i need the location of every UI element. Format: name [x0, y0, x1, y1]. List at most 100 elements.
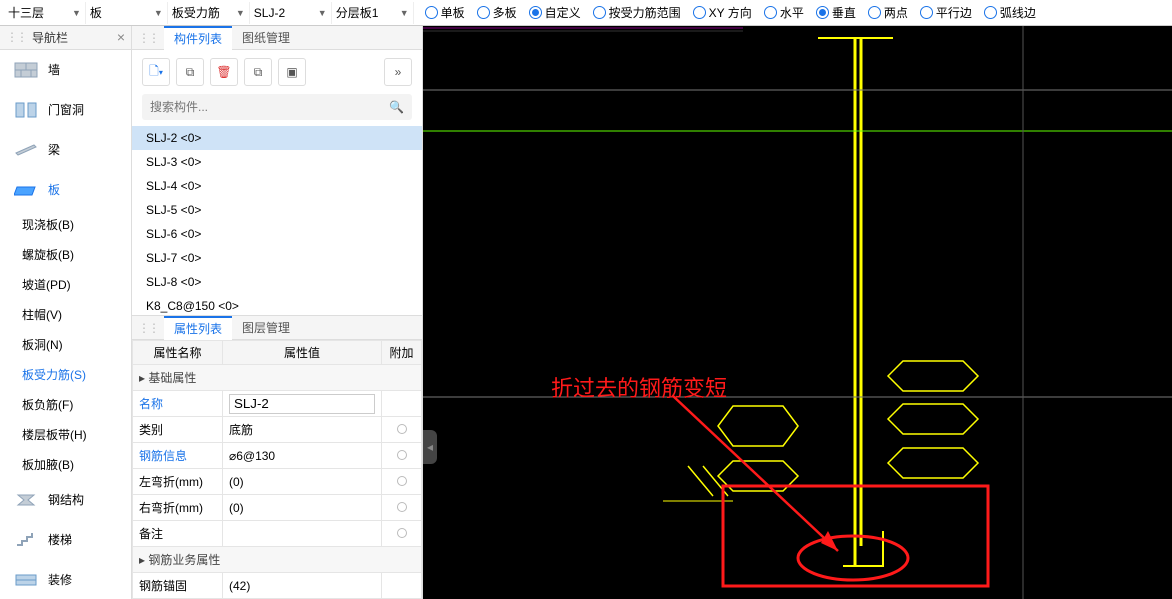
property-name: 钢筋锚固: [133, 573, 223, 599]
radio-3[interactable]: 按受力筋范围: [588, 4, 686, 21]
copy-button[interactable]: ⧉: [176, 58, 204, 86]
property-value[interactable]: (42): [223, 573, 382, 599]
grip-icon: ⋮⋮: [132, 321, 164, 335]
nav-item-3[interactable]: 板: [0, 170, 131, 210]
property-tab-0[interactable]: 属性列表: [164, 316, 232, 340]
radio-2[interactable]: 自定义: [524, 4, 586, 21]
decor-icon: [14, 570, 38, 590]
component-item[interactable]: SLJ-5 <0>: [132, 198, 422, 222]
new-button[interactable]: 🗋▾: [142, 58, 170, 86]
drawing-canvas[interactable]: 折过去的钢筋变短: [423, 26, 1172, 599]
radio-4[interactable]: XY 方向: [688, 4, 757, 21]
attach-toggle[interactable]: [397, 528, 407, 538]
chevron-down-icon: ▼: [318, 8, 327, 18]
dropdown-4[interactable]: 分层板1▼: [332, 2, 414, 24]
property-tab-1[interactable]: 图层管理: [232, 316, 300, 340]
property-row: 右弯折(mm)(0): [133, 495, 422, 521]
radio-0[interactable]: 单板: [420, 4, 470, 21]
property-value[interactable]: (0): [223, 469, 382, 495]
nav-item-6[interactable]: 坡道(PD): [0, 270, 131, 300]
property-value[interactable]: [223, 521, 382, 547]
attach-toggle[interactable]: [397, 424, 407, 434]
duplicate-button[interactable]: ⧉: [244, 58, 272, 86]
chevron-down-icon: ▼: [236, 8, 245, 18]
radio-1[interactable]: 多板: [472, 4, 522, 21]
dropdown-1[interactable]: 板▼: [86, 2, 168, 24]
nav-item-14[interactable]: 楼梯: [0, 520, 131, 560]
property-row: 左弯折(mm)(0): [133, 469, 422, 495]
attach-toggle[interactable]: [397, 450, 407, 460]
property-input[interactable]: [229, 394, 375, 414]
property-group[interactable]: ▸ 钢筋业务属性: [133, 547, 422, 573]
nav-item-13[interactable]: 钢结构: [0, 480, 131, 520]
chevron-down-icon: ▼: [72, 8, 81, 18]
radio-5[interactable]: 水平: [759, 4, 809, 21]
property-name: 钢筋信息: [133, 443, 223, 469]
search-icon: 🔍: [389, 100, 404, 114]
chevron-down-icon: ▼: [400, 8, 409, 18]
component-item[interactable]: SLJ-7 <0>: [132, 246, 422, 270]
nav-item-2[interactable]: 梁: [0, 130, 131, 170]
nav-item-9[interactable]: 板受力筋(S): [0, 360, 131, 390]
more-button[interactable]: »: [384, 58, 412, 86]
nav-item-11[interactable]: 楼层板带(H): [0, 420, 131, 450]
nav-item-10[interactable]: 板负筋(F): [0, 390, 131, 420]
dropdown-0[interactable]: 十三层▼: [4, 2, 86, 24]
radio-icon: [920, 6, 933, 19]
nav-title: 导航栏: [32, 29, 111, 46]
property-value[interactable]: (0): [223, 495, 382, 521]
layers-button[interactable]: ▣: [278, 58, 306, 86]
component-item[interactable]: SLJ-8 <0>: [132, 270, 422, 294]
nav-item-5[interactable]: 螺旋板(B): [0, 240, 131, 270]
dropdown-2[interactable]: 板受力筋▼: [168, 2, 250, 24]
property-value[interactable]: 底筋: [223, 417, 382, 443]
property-table: 属性名称 属性值 附加 ▸ 基础属性名称类别底筋钢筋信息⌀6@130左弯折(mm…: [132, 340, 422, 599]
grip-icon: ⋮⋮: [132, 31, 164, 45]
component-item[interactable]: SLJ-2 <0>: [132, 126, 422, 150]
attach-toggle[interactable]: [397, 502, 407, 512]
radio-9[interactable]: 弧线边: [979, 4, 1041, 21]
collapse-handle[interactable]: ◂: [423, 430, 437, 464]
property-value[interactable]: ⌀6@130: [223, 443, 382, 469]
component-tab-0[interactable]: 构件列表: [164, 26, 232, 50]
col-name: 属性名称: [133, 341, 223, 365]
chevron-down-icon: ▼: [154, 8, 163, 18]
grip-icon: ⋮⋮: [6, 30, 26, 44]
nav-item-7[interactable]: 柱帽(V): [0, 300, 131, 330]
component-item[interactable]: K8_C8@150 <0>: [132, 294, 422, 315]
nav-item-12[interactable]: 板加腋(B): [0, 450, 131, 480]
nav-item-15[interactable]: 装修: [0, 560, 131, 599]
delete-button[interactable]: 🗑: [210, 58, 238, 86]
component-tab-1[interactable]: 图纸管理: [232, 26, 300, 50]
component-item[interactable]: SLJ-4 <0>: [132, 174, 422, 198]
attach-toggle[interactable]: [397, 476, 407, 486]
stair-icon: [14, 530, 38, 550]
property-row: 钢筋信息⌀6@130: [133, 443, 422, 469]
annotation-text: 折过去的钢筋变短: [551, 371, 727, 403]
radio-8[interactable]: 平行边: [915, 4, 977, 21]
radio-icon: [529, 6, 542, 19]
close-icon[interactable]: ×: [117, 29, 125, 45]
dropdown-3[interactable]: SLJ-2▼: [250, 2, 332, 24]
radio-6[interactable]: 垂直: [811, 4, 861, 21]
wall-icon: [14, 60, 38, 80]
nav-item-1[interactable]: 门窗洞: [0, 90, 131, 130]
nav-item-4[interactable]: 现浇板(B): [0, 210, 131, 240]
nav-item-0[interactable]: 墙: [0, 50, 131, 90]
property-value[interactable]: [223, 391, 382, 417]
col-extra: 附加: [382, 341, 422, 365]
component-item[interactable]: SLJ-3 <0>: [132, 150, 422, 174]
nav-item-8[interactable]: 板洞(N): [0, 330, 131, 360]
search-box[interactable]: 🔍: [142, 94, 412, 120]
radio-icon: [425, 6, 438, 19]
radio-7[interactable]: 两点: [863, 4, 913, 21]
property-name: 备注: [133, 521, 223, 547]
search-input[interactable]: [150, 100, 389, 114]
radio-icon: [764, 6, 777, 19]
radio-icon: [477, 6, 490, 19]
radio-icon: [816, 6, 829, 19]
radio-icon: [593, 6, 606, 19]
component-item[interactable]: SLJ-6 <0>: [132, 222, 422, 246]
nav-panel: ⋮⋮ 导航栏 × 墙门窗洞梁板现浇板(B)螺旋板(B)坡道(PD)柱帽(V)板洞…: [0, 26, 132, 599]
property-group[interactable]: ▸ 基础属性: [133, 365, 422, 391]
